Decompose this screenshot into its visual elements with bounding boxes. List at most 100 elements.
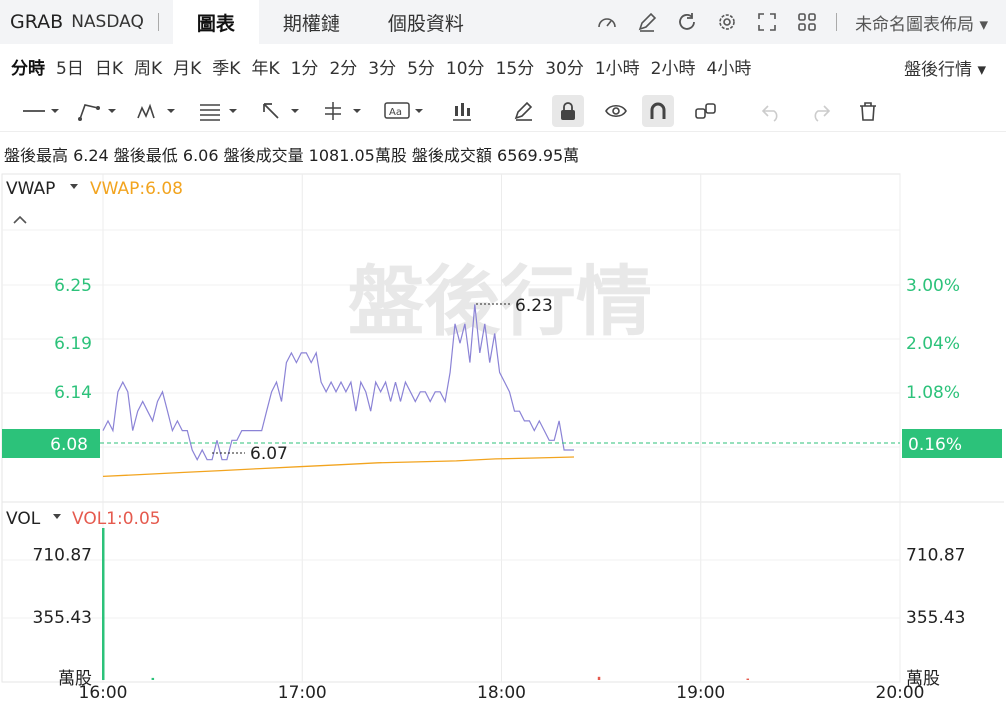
pattern-icon [137, 103, 175, 118]
period-2[interactable]: 日K [95, 54, 123, 79]
fibonacci-tool[interactable] [190, 95, 252, 127]
vol-indicator-value: VOL1:0.05 [72, 509, 161, 529]
vol-unit-left: 萬股 [58, 669, 92, 689]
vol-unit-right: 萬股 [906, 669, 940, 689]
y-tick-right: 3.00% [906, 276, 960, 296]
period-7[interactable]: 1分 [291, 54, 319, 79]
vol-tick-left: 710.87 [33, 545, 92, 565]
period-13[interactable]: 30分 [545, 54, 584, 79]
period-3[interactable]: 周K [134, 54, 162, 79]
refresh-icon[interactable] [676, 11, 698, 33]
period-11[interactable]: 10分 [446, 54, 485, 79]
symbol: GRAB [10, 11, 64, 33]
divider [836, 13, 838, 31]
header-bar: GRAB NASDAQ 圖表 期權鏈 個股資料 未命名圖表佈局 ▾ [0, 0, 1006, 44]
grid-layout-icon[interactable] [796, 11, 818, 33]
after-hours-stats: 盤後最高 6.24 盤後最低 6.06 盤後成交量 1081.05萬股 盤後成交… [4, 146, 580, 165]
trash-icon [860, 101, 876, 121]
tab-profile[interactable]: 個股資料 [364, 0, 488, 44]
y-tick-left: 6.19 [54, 334, 92, 354]
candle-tool[interactable] [438, 95, 486, 127]
eye-icon [605, 104, 627, 117]
y-tick-right: 2.04% [906, 334, 960, 354]
text-tool[interactable]: Aa [376, 95, 438, 127]
price-line [102, 304, 574, 462]
redo-icon [814, 104, 831, 122]
period-5[interactable]: 季K [212, 54, 240, 79]
current-pct-box [902, 429, 1002, 458]
period-8[interactable]: 2分 [329, 54, 357, 79]
volume-bar [102, 528, 105, 680]
indicator-value: VWAP:6.08 [90, 179, 183, 199]
pencil-icon [514, 101, 533, 121]
period-15[interactable]: 2小時 [651, 54, 696, 79]
period-6[interactable]: 年K [251, 54, 279, 79]
indicator-name: VWAP [6, 179, 55, 199]
gear-icon[interactable] [716, 11, 738, 33]
x-tick: 20:00 [876, 683, 925, 703]
gauge-icon[interactable] [596, 11, 618, 33]
magnet-tool[interactable] [642, 94, 674, 127]
chevron-down-icon: ▾ [972, 60, 986, 80]
edit-icon[interactable] [636, 11, 658, 33]
watermark: 盤後行情 [348, 257, 652, 346]
trendline-icon [78, 103, 116, 121]
visibility-tool[interactable] [592, 95, 640, 127]
delete-button[interactable] [844, 95, 892, 127]
period-12[interactable]: 15分 [496, 54, 535, 79]
lock-tool[interactable] [552, 94, 584, 127]
y-tick-left: 6.25 [54, 276, 92, 296]
chevron-down-icon [53, 514, 61, 519]
period-0[interactable]: 分時 [11, 54, 45, 79]
period-10[interactable]: 5分 [407, 54, 435, 79]
undo-button[interactable] [748, 95, 796, 127]
line-style-tool[interactable] [12, 95, 70, 127]
session-selector[interactable]: 盤後行情 ▾ [904, 55, 986, 80]
fibonacci-icon [200, 103, 237, 121]
period-16[interactable]: 4小時 [707, 54, 752, 79]
period-1[interactable]: 5日 [56, 54, 84, 79]
pattern-tool[interactable] [128, 95, 190, 127]
current-price-box [2, 429, 100, 458]
vol-tick-right: 355.43 [906, 608, 965, 628]
x-tick: 16:00 [79, 683, 128, 703]
period-bar: 分時 5日 日K 周K 月K 季K 年K 1分 2分 3分 5分 10分 15分 30分 1小時 2小時 4小時 [0, 44, 1006, 88]
measure-tool[interactable] [314, 95, 376, 127]
divider [157, 13, 159, 31]
period-9[interactable]: 3分 [368, 54, 396, 79]
chevron-down-icon: ▾ [974, 14, 988, 35]
collapse-icon [13, 215, 27, 224]
arrow-tool[interactable] [252, 95, 314, 127]
x-tick: 19:00 [676, 683, 725, 703]
app: GRAB NASDAQ 圖表 期權鏈 個股資料 未命名圖表佈局 ▾ 分時 5日 日K… [0, 0, 1006, 712]
trendline-tool[interactable] [70, 95, 128, 127]
low-label: 6.07 [250, 444, 288, 464]
vol-tick-right: 710.87 [906, 545, 965, 565]
y-tick-right: 1.08% [906, 383, 960, 403]
drawing-toolbar: Aa [0, 90, 1006, 132]
tab-options[interactable]: 期權鏈 [259, 0, 364, 44]
vol-indicator-name: VOL [6, 509, 41, 529]
redo-button[interactable] [796, 95, 844, 127]
link-tool[interactable] [682, 95, 730, 127]
period-14[interactable]: 1小時 [595, 54, 640, 79]
session-label: 盤後行情 [904, 60, 973, 80]
svg-text:Aa: Aa [389, 107, 402, 118]
magnet-icon [650, 102, 666, 119]
period-4[interactable]: 月K [173, 54, 201, 79]
x-tick: 17:00 [278, 683, 327, 703]
undo-icon [761, 104, 778, 122]
header-tools: 未命名圖表佈局 ▾ [596, 0, 988, 44]
y-tick-left: 6.14 [54, 383, 92, 403]
current-pct-label: 0.16% [908, 435, 962, 455]
tab-chart[interactable]: 圖表 [172, 0, 259, 44]
vwap-line [102, 456, 575, 478]
brush-tool[interactable] [500, 95, 548, 127]
chart-frame [1, 173, 901, 683]
lock-icon [561, 101, 575, 120]
volume-bar [151, 677, 155, 680]
link-icon [695, 102, 716, 119]
fullscreen-icon[interactable] [756, 11, 778, 33]
layout-selector[interactable]: 未命名圖表佈局 ▾ [855, 10, 988, 35]
measure-icon [325, 101, 361, 120]
